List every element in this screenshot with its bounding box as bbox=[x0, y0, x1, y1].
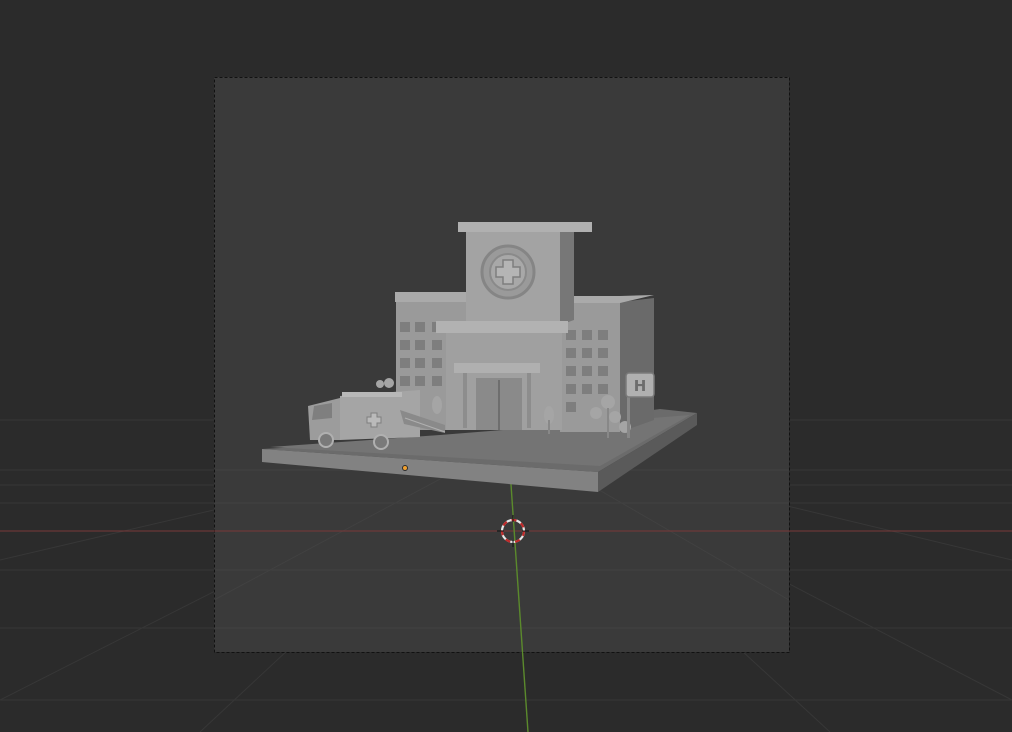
left-wing-roof bbox=[395, 292, 467, 302]
object-origin-dot bbox=[402, 465, 408, 471]
right-wing-side bbox=[620, 298, 654, 432]
tower-roof bbox=[458, 222, 592, 232]
canopy-pillar-right bbox=[527, 373, 531, 428]
canopy-pillar-left bbox=[463, 373, 467, 428]
3d-viewport[interactable]: H bbox=[0, 0, 1012, 732]
entrance-canopy bbox=[454, 363, 540, 373]
cross-emblem-icon bbox=[480, 244, 536, 300]
center-ledge bbox=[436, 321, 568, 333]
viewport-scene[interactable]: H bbox=[0, 0, 1012, 732]
tower-side bbox=[560, 228, 574, 325]
sign-letter: H bbox=[634, 377, 647, 395]
